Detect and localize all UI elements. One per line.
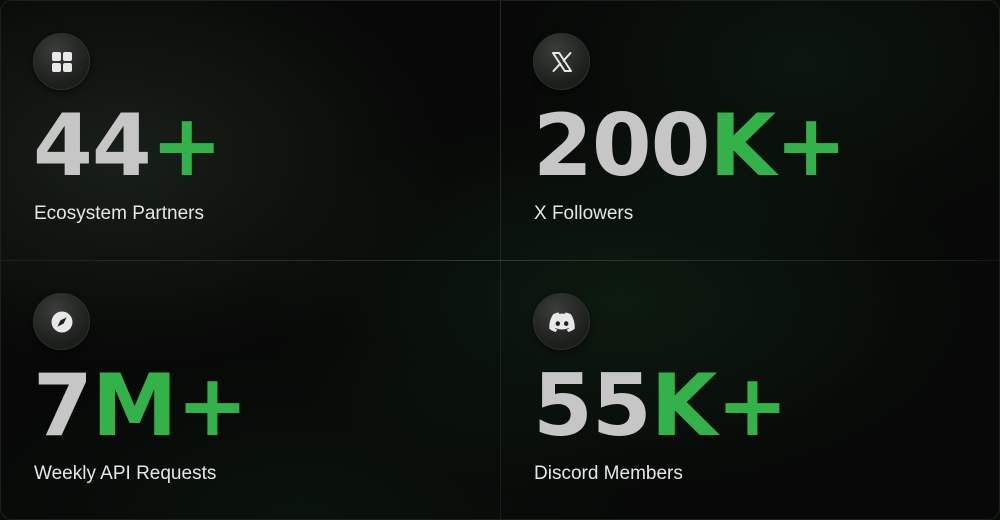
stats-panel: 44+ Ecosystem Partners 200K+ X Followers (0, 0, 1000, 520)
stat-suffix: + (150, 96, 223, 196)
stat-value: 44+ (33, 101, 223, 191)
stat-suffix: K+ (650, 356, 789, 456)
stat-number: 55 (533, 356, 652, 456)
stat-value: 55K+ (533, 361, 788, 451)
stat-suffix: K+ (709, 96, 848, 196)
x-logo-icon (533, 33, 590, 90)
stat-label: X Followers (534, 203, 634, 224)
stat-value: 200K+ (533, 101, 847, 191)
stat-card-ecosystem-partners: 44+ Ecosystem Partners (1, 1, 501, 261)
stat-card-x-followers: 200K+ X Followers (501, 1, 999, 261)
stat-number: 7 (33, 356, 93, 456)
stat-number: 200 (533, 96, 711, 196)
grid-icon (33, 33, 90, 90)
horizontal-divider (1, 260, 999, 261)
stat-suffix: M+ (91, 356, 249, 456)
stat-card-weekly-api-requests: 7M+ Weekly API Requests (1, 261, 501, 519)
stat-label: Discord Members (534, 463, 683, 484)
stat-value: 7M+ (33, 361, 248, 451)
stat-label: Ecosystem Partners (34, 203, 204, 224)
stat-label: Weekly API Requests (34, 463, 217, 484)
discord-icon (533, 293, 590, 350)
stat-card-discord-members: 55K+ Discord Members (501, 261, 999, 519)
compass-icon (33, 293, 90, 350)
stat-number: 44 (33, 96, 152, 196)
